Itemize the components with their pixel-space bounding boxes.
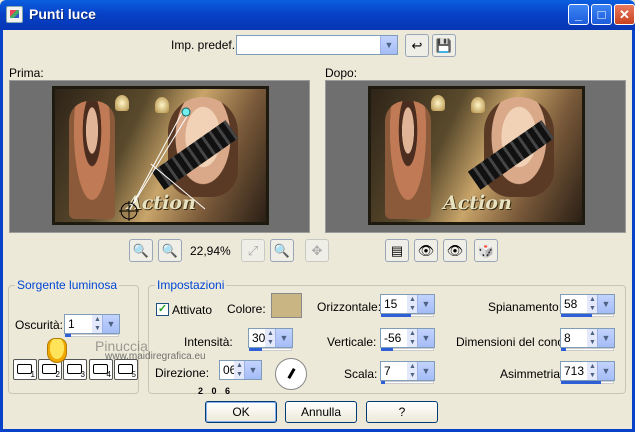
preset-combo[interactable]: ▼ bbox=[236, 35, 398, 55]
scale-level bbox=[381, 381, 385, 384]
horizontal-label: Orizzontale: bbox=[317, 300, 382, 314]
flatten-level bbox=[561, 314, 592, 317]
auto-preview-icon[interactable]: 👁 bbox=[414, 239, 438, 262]
before-image[interactable]: Action bbox=[52, 86, 269, 225]
scale-label: Scala: bbox=[344, 367, 378, 381]
darkness-label: Oscurità: bbox=[15, 318, 64, 332]
light-source-title: Sorgente luminosa bbox=[15, 278, 120, 292]
lamp-icon bbox=[471, 97, 485, 113]
chevron-down-icon[interactable]: ▼ bbox=[244, 361, 261, 379]
pan-icon[interactable]: ✥ bbox=[305, 239, 329, 262]
darkness-spinner[interactable]: 1 ▲ ▼ ▼ bbox=[64, 314, 120, 337]
save-preset-icon[interactable]: 💾 bbox=[432, 34, 456, 57]
direction-dial[interactable] bbox=[275, 358, 307, 390]
minimize-button[interactable]: _ bbox=[568, 4, 589, 25]
chevron-down-icon[interactable]: ▼ bbox=[597, 295, 614, 313]
zoom-out-icon[interactable]: 🔍 bbox=[129, 239, 153, 262]
enabled-label: Attivato bbox=[172, 303, 213, 317]
settings-title: Impostazioni bbox=[155, 278, 227, 292]
light-preset-1[interactable]: 1 bbox=[13, 359, 37, 380]
woman-figure bbox=[385, 101, 431, 219]
help-button[interactable]: ? bbox=[366, 401, 438, 423]
direction-spinner[interactable]: 06 ▲ ▼ ▼ bbox=[219, 360, 262, 380]
horizontal-spinner[interactable]: 15 ▲ ▼ ▼ bbox=[380, 294, 435, 317]
close-button[interactable]: ✕ bbox=[614, 4, 635, 25]
light-guide-lines[interactable] bbox=[55, 89, 266, 222]
chevron-down-icon[interactable]: ▼ bbox=[417, 329, 434, 347]
light-preset-4[interactable]: 4 bbox=[89, 359, 113, 380]
chevron-down-icon[interactable]: ▼ bbox=[102, 315, 119, 333]
image-caption: Action bbox=[443, 192, 512, 214]
before-preview[interactable]: Action bbox=[9, 80, 310, 233]
pointer-hand-icon bbox=[47, 338, 67, 363]
zoom-level: 22,94% bbox=[190, 244, 231, 258]
app-icon bbox=[6, 6, 23, 23]
preview-eye-icon[interactable]: 👁 bbox=[443, 239, 467, 262]
light-preset-3[interactable]: 3 bbox=[63, 359, 87, 380]
randomize-icon[interactable]: 🎲 bbox=[474, 239, 498, 262]
enabled-checkbox[interactable]: ✓ bbox=[156, 303, 169, 316]
color-swatch[interactable] bbox=[271, 293, 302, 318]
maximize-button[interactable]: □ bbox=[591, 4, 612, 25]
vertical-spinner[interactable]: -56 ▲ ▼ ▼ bbox=[380, 328, 435, 351]
chevron-down-icon[interactable]: ▼ bbox=[380, 36, 397, 54]
intensity-label: Intensità: bbox=[184, 335, 233, 349]
cancel-button[interactable]: Annulla bbox=[285, 401, 357, 423]
vertical-label: Verticale: bbox=[327, 335, 377, 349]
watermark-url: www.maidiregrafica.eu bbox=[105, 351, 206, 362]
scale-spinner[interactable]: 7 ▲ ▼ ▼ bbox=[380, 361, 435, 384]
after-image: Action bbox=[368, 86, 585, 225]
asymmetry-level bbox=[561, 381, 601, 384]
window-title: Punti luce bbox=[29, 6, 96, 22]
lamp-icon bbox=[431, 95, 445, 111]
flatten-label: Spianamento: bbox=[488, 300, 563, 314]
chevron-down-icon[interactable]: ▼ bbox=[597, 329, 614, 347]
direction-label: Direzione: bbox=[155, 366, 210, 380]
chevron-down-icon[interactable]: ▼ bbox=[417, 295, 434, 313]
chevron-down-icon[interactable]: ▼ bbox=[597, 362, 614, 380]
chevron-down-icon[interactable]: ▼ bbox=[417, 362, 434, 380]
title-bar: Punti luce _ □ ✕ bbox=[0, 0, 635, 30]
vertical-level bbox=[381, 348, 393, 351]
intensity-spinner[interactable]: 30 ▲ ▼ ▼ bbox=[248, 328, 293, 351]
chevron-down-icon[interactable]: ▼ bbox=[275, 329, 292, 347]
zoom-in-icon[interactable]: 🔍 bbox=[158, 239, 182, 262]
dial-needle bbox=[287, 367, 296, 380]
light-preset-5[interactable]: 5 bbox=[114, 359, 138, 380]
color-label: Colore: bbox=[227, 302, 266, 316]
darkness-level bbox=[65, 334, 71, 337]
after-preview: Action bbox=[325, 80, 626, 233]
direction-readout: 2 0 6 bbox=[198, 386, 234, 396]
ok-button[interactable]: OK bbox=[205, 401, 277, 423]
before-label: Prima: bbox=[9, 66, 44, 80]
flatten-spinner[interactable]: 58 ▲ ▼ ▼ bbox=[560, 294, 615, 317]
zoom-fit-icon[interactable]: ⤢ bbox=[241, 239, 265, 262]
after-label: Dopo: bbox=[325, 66, 358, 80]
cone-size-spinner[interactable]: 8 ▲ ▼ ▼ bbox=[560, 328, 615, 351]
asymmetry-label: Asimmetria: bbox=[500, 367, 564, 381]
asymmetry-spinner[interactable]: 713 ▲ ▼ ▼ bbox=[560, 361, 615, 384]
cone-size-label: Dimensioni del cono: bbox=[456, 335, 568, 349]
reset-preset-icon[interactable]: ↩ bbox=[405, 34, 429, 57]
intensity-level bbox=[249, 348, 262, 351]
preset-label: Imp. predef.: bbox=[171, 38, 239, 52]
cone-size-level bbox=[561, 348, 566, 351]
preview-window-icon[interactable]: ▤ bbox=[385, 239, 409, 262]
horizontal-level bbox=[381, 314, 411, 317]
zoom-100-icon[interactable]: 🔍 bbox=[270, 239, 294, 262]
